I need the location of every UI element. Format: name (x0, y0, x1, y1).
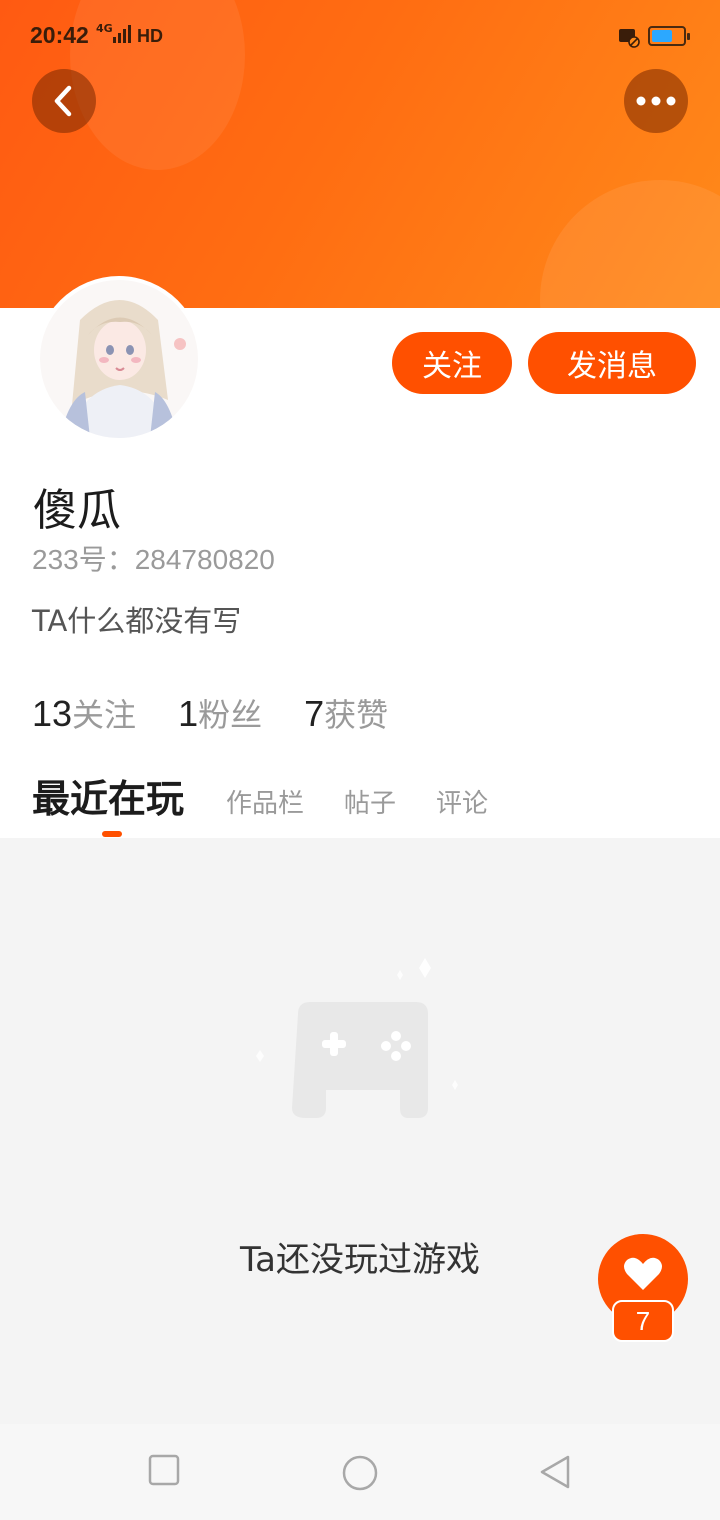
stat-value: 13 (32, 693, 73, 734)
stat-value: 7 (304, 693, 325, 734)
back-button[interactable] (32, 69, 96, 133)
username: 傻瓜 (33, 485, 121, 536)
user-bio: TA什么都没有写 (32, 604, 242, 638)
status-time: 20:42 (30, 22, 89, 48)
stat-followers[interactable]: 1 粉丝 (178, 690, 262, 736)
stat-likes[interactable]: 7 获赞 (304, 690, 388, 736)
tab-works[interactable]: 作品栏 (226, 783, 304, 820)
tab-posts[interactable]: 帖子 (344, 783, 396, 820)
stat-label: 粉丝 (198, 696, 263, 734)
network-type: 4G (96, 22, 113, 35)
profile-tabs: 最近在玩 作品栏 帖子 评论 (32, 768, 528, 823)
heart-icon (624, 1257, 662, 1290)
banner-decoration (540, 180, 720, 308)
circle-icon[interactable] (341, 1454, 379, 1492)
stat-label: 关注 (72, 696, 137, 734)
tab-recent-played[interactable]: 最近在玩 (32, 768, 184, 823)
system-nav-bar (0, 1424, 720, 1520)
hd-indicator: HD (137, 26, 163, 46)
status-bar: 20:42 4G HD (0, 0, 720, 70)
signal-icon (113, 25, 131, 43)
avatar-image (40, 280, 198, 438)
stat-following[interactable]: 13 关注 (32, 690, 136, 736)
more-horizontal-icon (636, 96, 676, 106)
send-message-button[interactable]: 发消息 (528, 332, 696, 394)
user-id: 233号：284780820 (32, 544, 275, 575)
stat-value: 1 (178, 693, 199, 734)
avatar[interactable] (36, 276, 202, 442)
square-icon[interactable] (148, 1454, 180, 1486)
tab-indicator (102, 831, 122, 837)
gamepad-icon (256, 958, 458, 1118)
chevron-left-icon (54, 85, 72, 117)
header-banner: 20:42 4G HD (0, 0, 720, 308)
like-count-badge: 7 (612, 1300, 674, 1342)
stats-row: 13 关注 1 粉丝 7 获赞 (32, 690, 388, 736)
follow-button[interactable]: 关注 (392, 332, 512, 394)
more-button[interactable] (624, 69, 688, 133)
cast-icon (619, 29, 640, 48)
battery-icon (648, 26, 690, 46)
triangle-back-icon[interactable] (538, 1454, 572, 1490)
stat-label: 获赞 (324, 696, 389, 734)
tab-comments[interactable]: 评论 (436, 783, 488, 820)
